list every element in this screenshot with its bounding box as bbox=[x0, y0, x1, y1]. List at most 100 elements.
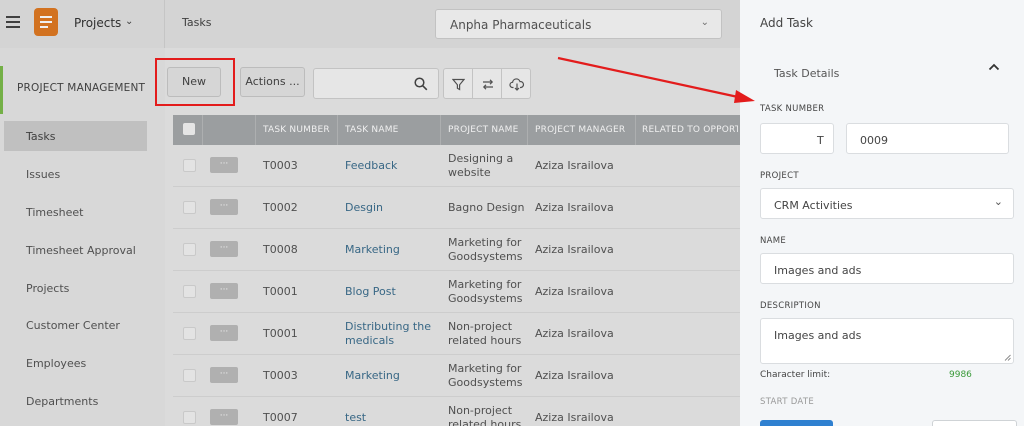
sidebar-item-timesheet-approval[interactable]: Timesheet Approval bbox=[4, 235, 147, 265]
task-name-link[interactable]: Desgin bbox=[345, 201, 383, 215]
column-header[interactable]: PROJECT NAME bbox=[448, 125, 519, 135]
company-select[interactable]: Anpha Pharmaceuticals ⌄ bbox=[435, 9, 722, 39]
refresh-button[interactable] bbox=[472, 68, 502, 99]
search-icon[interactable] bbox=[414, 77, 428, 91]
breadcrumb: Tasks bbox=[182, 16, 212, 29]
divider bbox=[164, 0, 165, 48]
table-row[interactable]: ··· T0003 Marketing Marketing for Goodsy… bbox=[173, 355, 740, 397]
column-header[interactable]: TASK NUMBER bbox=[263, 125, 330, 135]
task-name-link[interactable]: Marketing bbox=[345, 243, 400, 257]
row-menu-button[interactable]: ··· bbox=[210, 241, 238, 257]
sidebar-item-tasks[interactable]: Tasks bbox=[4, 121, 147, 151]
search-input[interactable] bbox=[313, 68, 439, 99]
chevron-down-icon: ⌄ bbox=[700, 17, 709, 28]
project-name: Goodsystems bbox=[448, 376, 523, 389]
chevron-up-icon[interactable] bbox=[988, 62, 1000, 72]
description-textarea[interactable]: Images and ads bbox=[760, 318, 1014, 364]
annotation-highlight-box bbox=[155, 58, 235, 106]
grid-header: TASK NUMBER TASK NAME PROJECT NAME PROJE… bbox=[173, 115, 740, 145]
row-checkbox[interactable] bbox=[183, 411, 196, 424]
project-label: PROJECT bbox=[760, 171, 799, 181]
filter-button[interactable] bbox=[443, 68, 473, 99]
section-title[interactable]: Task Details bbox=[774, 67, 839, 80]
sidebar-item-departments[interactable]: Departments bbox=[4, 386, 147, 416]
select-all-checkbox[interactable] bbox=[183, 123, 195, 135]
task-number: T0008 bbox=[263, 243, 298, 256]
sidebar-item-employees[interactable]: Employees bbox=[4, 348, 147, 378]
task-number: T0001 bbox=[263, 285, 298, 298]
description-value: Images and ads bbox=[774, 329, 862, 342]
row-checkbox[interactable] bbox=[183, 159, 196, 172]
row-checkbox[interactable] bbox=[183, 201, 196, 214]
task-number: T0007 bbox=[263, 411, 298, 424]
actions-button[interactable]: Actions ... bbox=[240, 67, 305, 97]
sidebar-item-customer-center[interactable]: Customer Center bbox=[4, 310, 147, 340]
download-button[interactable] bbox=[501, 68, 531, 99]
table-row[interactable]: ··· T0001 Blog Post Marketing for Goodsy… bbox=[173, 271, 740, 313]
company-select-value: Anpha Pharmaceuticals bbox=[450, 18, 592, 32]
row-menu-button[interactable]: ··· bbox=[210, 199, 238, 215]
column-header[interactable]: RELATED TO OPPORTUN bbox=[642, 125, 738, 135]
project-name: Non-project bbox=[448, 320, 513, 333]
table-row[interactable]: ··· T0001 Distributing the medicals Non-… bbox=[173, 313, 740, 355]
app-logo-icon[interactable] bbox=[34, 8, 58, 36]
cancel-button[interactable] bbox=[932, 420, 1017, 426]
task-name-link[interactable]: Blog Post bbox=[345, 285, 396, 299]
row-menu-button[interactable]: ··· bbox=[210, 283, 238, 299]
row-menu-button[interactable]: ··· bbox=[210, 325, 238, 341]
task-name-link[interactable]: Marketing bbox=[345, 369, 400, 383]
project-manager: Aziza Israilova bbox=[535, 285, 614, 298]
chevron-down-icon[interactable]: ⌄ bbox=[125, 16, 133, 27]
project-name: Marketing for bbox=[448, 362, 522, 375]
hamburger-icon[interactable] bbox=[6, 16, 20, 28]
cloud-download-icon bbox=[509, 78, 525, 91]
sidebar-item-timesheet[interactable]: Timesheet bbox=[4, 197, 147, 227]
module-title[interactable]: Projects bbox=[74, 16, 121, 30]
column-header[interactable]: TASK NAME bbox=[345, 125, 399, 135]
sidebar-item-projects[interactable]: Projects bbox=[4, 273, 147, 303]
top-bar: Projects ⌄ Tasks Anpha Pharmaceuticals ⌄ bbox=[0, 0, 740, 48]
project-select[interactable]: CRM Activities ⌄ bbox=[760, 188, 1014, 219]
task-prefix-field[interactable]: T bbox=[760, 123, 834, 154]
task-name-link[interactable]: Feedback bbox=[345, 159, 397, 173]
sidebar-item-issues[interactable]: Issues bbox=[4, 159, 147, 189]
project-name: Designing a bbox=[448, 152, 514, 165]
refresh-icon bbox=[482, 79, 494, 90]
table-row[interactable]: ··· T0002 Desgin Bagno Design Aziza Isra… bbox=[173, 187, 740, 229]
project-manager: Aziza Israilova bbox=[535, 327, 614, 340]
project-manager: Aziza Israilova bbox=[535, 243, 614, 256]
panel-title: Add Task bbox=[760, 16, 813, 30]
row-menu-button[interactable]: ··· bbox=[210, 367, 238, 383]
table-row[interactable]: ··· T0008 Marketing Marketing for Goodsy… bbox=[173, 229, 740, 271]
save-button[interactable] bbox=[760, 420, 833, 426]
start-date-label: START DATE bbox=[760, 397, 815, 407]
name-label: NAME bbox=[760, 236, 787, 246]
row-checkbox[interactable] bbox=[183, 369, 196, 382]
row-checkbox[interactable] bbox=[183, 327, 196, 340]
task-number: T0003 bbox=[263, 369, 298, 382]
resize-handle-icon[interactable] bbox=[1004, 354, 1011, 361]
project-manager: Aziza Israilova bbox=[535, 201, 614, 214]
task-name-link[interactable]: test bbox=[345, 411, 366, 425]
task-number: T0002 bbox=[263, 201, 298, 214]
table-row[interactable]: ··· T0007 test Non-project related hours… bbox=[173, 397, 740, 426]
task-name-link[interactable]: Distributing the medicals bbox=[345, 320, 431, 348]
row-menu-button[interactable]: ··· bbox=[210, 157, 238, 173]
project-name: website bbox=[448, 166, 491, 179]
row-checkbox[interactable] bbox=[183, 285, 196, 298]
row-checkbox[interactable] bbox=[183, 243, 196, 256]
name-field[interactable]: Images and ads bbox=[760, 253, 1014, 284]
row-menu-button[interactable]: ··· bbox=[210, 409, 238, 425]
column-header[interactable]: PROJECT MANAGER bbox=[535, 125, 625, 135]
project-name: Bagno Design bbox=[448, 201, 525, 214]
main-content: New Actions ... TASK NUMBER TASK NAME PR… bbox=[165, 48, 740, 426]
sidebar: PROJECT MANAGEMENT Tasks Issues Timeshee… bbox=[0, 48, 165, 426]
project-manager: Aziza Israilova bbox=[535, 159, 614, 172]
table-row[interactable]: ··· T0003 Feedback Designing a website A… bbox=[173, 145, 740, 187]
task-number-field[interactable]: 0009 bbox=[846, 123, 1009, 154]
project-name: Goodsystems bbox=[448, 292, 523, 305]
project-name: related hours bbox=[448, 334, 522, 347]
project-manager: Aziza Israilova bbox=[535, 369, 614, 382]
task-number-value: 0009 bbox=[860, 134, 888, 147]
character-limit-label: Character limit: bbox=[760, 370, 831, 380]
